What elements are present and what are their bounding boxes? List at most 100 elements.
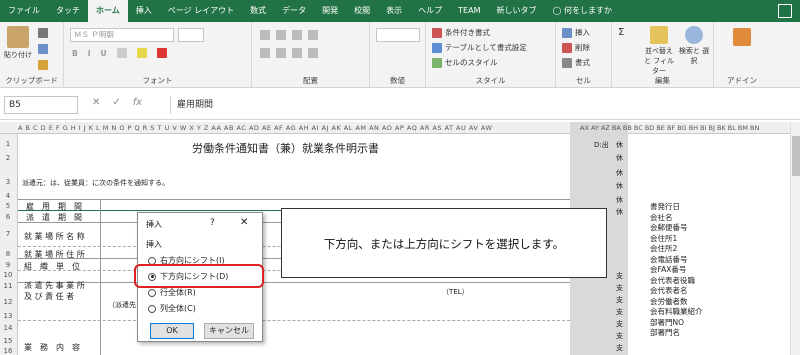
tab-review[interactable]: 校閲 (346, 0, 378, 22)
right-col-a-cell[interactable]: 支 (616, 295, 623, 305)
cancel-icon[interactable]: ✕ (92, 97, 100, 108)
row-9[interactable]: 9 (0, 261, 16, 269)
row-4[interactable]: 4 (0, 192, 16, 200)
tab-home[interactable]: ホーム (88, 0, 128, 22)
right-col-a-cell[interactable]: 支 (616, 319, 623, 329)
align-center-icon[interactable] (276, 48, 286, 58)
delete-cells-button[interactable]: 削除 (562, 42, 590, 53)
tab-page-layout[interactable]: ページ レイアウト (160, 0, 242, 22)
job-description-label[interactable]: 業 務 内 容 (24, 342, 80, 353)
dispatch-destination-note[interactable]: （派遣先 (108, 300, 136, 310)
bold-button[interactable]: B (72, 49, 78, 58)
row-12[interactable]: 12 (0, 298, 16, 306)
work-place-address-label[interactable]: 就 業 場 所 住 所 (24, 249, 85, 260)
cut-button[interactable] (38, 28, 48, 38)
dispatch-period-label[interactable]: 派 遣 期 間 (26, 212, 82, 223)
row-10[interactable]: 10 (0, 271, 16, 279)
right-col-a-cell[interactable]: 休 (616, 153, 623, 163)
autosum-button[interactable]: Σ (618, 27, 624, 38)
underline-button[interactable]: U (101, 49, 107, 58)
employment-period-label[interactable]: 雇 用 期 間 (26, 201, 82, 212)
entire-column-option[interactable]: 列全体(C) (148, 303, 196, 314)
right-col-b-cell[interactable]: 会代表者役職 (650, 275, 695, 286)
conditional-format-button[interactable]: 条件付き書式 (432, 27, 490, 38)
help-button[interactable]: ? (210, 218, 215, 228)
right-col-b-cell[interactable]: 部署門NO (650, 317, 684, 328)
row-1[interactable]: 1 (0, 140, 16, 148)
row-5[interactable]: 5 (0, 202, 16, 210)
tab-developer[interactable]: 開発 (314, 0, 346, 22)
right-col-b-cell[interactable]: 会郵便番号 (650, 222, 688, 233)
tab-data[interactable]: データ (274, 0, 314, 22)
right-col-a-cell[interactable]: 休 (616, 207, 623, 217)
row-8[interactable]: 8 (0, 250, 16, 258)
right-col-a-cell[interactable]: 支 (616, 331, 623, 341)
align-bottom-icon[interactable] (292, 30, 302, 40)
tab-formulas[interactable]: 数式 (242, 0, 274, 22)
enter-icon[interactable]: ✓ (112, 97, 120, 108)
fx-icon[interactable]: fx (133, 97, 142, 108)
paste-button[interactable]: 貼り付け (4, 26, 32, 60)
name-box[interactable]: B5 (4, 96, 78, 114)
comment-icon[interactable] (778, 4, 792, 18)
tab-touch[interactable]: タッチ (48, 0, 88, 22)
scroll-thumb[interactable] (792, 136, 800, 176)
font-color-icon[interactable] (156, 48, 167, 58)
document-title[interactable]: 労働条件通知書（兼）就業条件明示書 (192, 140, 379, 156)
tab-view[interactable]: 表示 (378, 0, 410, 22)
row-11[interactable]: 11 (0, 282, 16, 290)
sort-filter-button[interactable]: 並べ替えと フィルター (642, 26, 676, 76)
responsible-person-label[interactable]: 及 び 責 任 者 (24, 291, 74, 302)
row-3[interactable]: 3 (0, 178, 16, 186)
organization-unit-label[interactable]: 組 織 単 位 (24, 261, 80, 272)
dispatch-office-label[interactable]: 派 遣 先 事 業 所 (24, 280, 85, 291)
find-select-button[interactable]: 検索と 選択 (678, 26, 710, 66)
tab-file[interactable]: ファイル (0, 0, 48, 22)
ok-button[interactable]: OK (150, 323, 194, 339)
row-15[interactable]: 15 (0, 337, 16, 345)
format-cells-button[interactable]: 書式 (562, 57, 590, 68)
border-icon[interactable] (116, 48, 127, 58)
align-top-icon[interactable] (260, 30, 270, 40)
right-col-b-cell[interactable]: 会有料職業紹介 (650, 306, 703, 317)
row-6[interactable]: 6 (0, 213, 16, 221)
font-size-combo[interactable] (178, 28, 204, 42)
right-col-a-cell[interactable]: 休 (616, 168, 623, 178)
right-col-b-cell[interactable]: 会代表者名 (650, 285, 688, 296)
right-col-a-cell[interactable]: 支 (616, 343, 623, 353)
right-col-a-cell[interactable]: 支 (616, 307, 623, 317)
right-col-a-cell[interactable]: 支 (616, 283, 623, 293)
italic-button[interactable]: I (88, 49, 91, 58)
align-middle-icon[interactable] (276, 30, 286, 40)
right-col-b-cell[interactable]: 部署門名 (650, 327, 680, 338)
row-16[interactable]: 16 (0, 347, 16, 355)
tab-help[interactable]: ヘルプ (410, 0, 450, 22)
right-top-label[interactable]: D:出 (594, 140, 609, 150)
tab-insert[interactable]: 挿入 (128, 0, 160, 22)
row-7[interactable]: 7 (0, 230, 16, 238)
right-column-headers[interactable]: AX AY AZ BA BB BC BD BE BF BG BH BI BJ B… (580, 124, 759, 132)
right-col-a-cell[interactable]: 休 (616, 140, 623, 150)
tab-new[interactable]: 新しいタブ (488, 0, 544, 22)
tel-label[interactable]: （TEL） (442, 287, 469, 297)
right-col-b-cell[interactable]: 会住所2 (650, 243, 677, 254)
fill-color-icon[interactable] (136, 48, 147, 58)
intro-text[interactable]: 派遣元：は、従業員：に次の条件を通知する。 (22, 178, 169, 188)
format-as-table-button[interactable]: テーブルとして書式設定 (432, 42, 527, 53)
right-col-b-cell[interactable]: 会住所1 (650, 233, 677, 244)
right-col-b-cell[interactable]: 会社名 (650, 212, 673, 223)
right-col-b-cell[interactable]: 会労働者数 (650, 296, 688, 307)
tab-team[interactable]: TEAM (450, 0, 488, 22)
insert-cells-button[interactable]: 挿入 (562, 27, 590, 38)
cell-styles-button[interactable]: セルのスタイル (432, 57, 498, 68)
copy-button[interactable] (38, 44, 48, 54)
right-col-a-cell[interactable]: 休 (616, 181, 623, 191)
font-name-combo[interactable]: ＭＳ Ｐ明朝 (70, 28, 174, 42)
entire-row-option[interactable]: 行全体(R) (148, 287, 196, 298)
align-right-icon[interactable] (292, 48, 302, 58)
row-14[interactable]: 14 (0, 324, 16, 332)
formula-input[interactable]: 雇用期間 (170, 96, 790, 114)
cancel-button[interactable]: キャンセル (204, 323, 254, 339)
addin-button[interactable] (730, 28, 754, 48)
row-2[interactable]: 2 (0, 154, 16, 162)
